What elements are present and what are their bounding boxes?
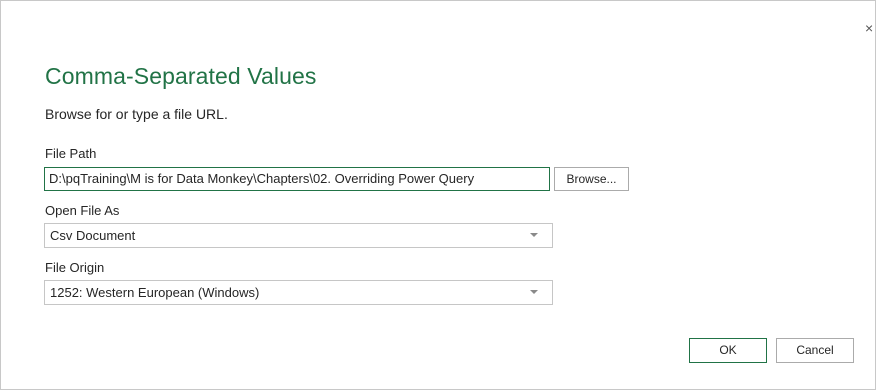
open-file-as-label: Open File As xyxy=(45,203,120,218)
open-file-as-value: Csv Document xyxy=(50,228,136,243)
browse-button[interactable]: Browse... xyxy=(554,167,629,191)
close-icon[interactable]: × xyxy=(865,21,873,35)
file-origin-select[interactable]: 1252: Western European (Windows) xyxy=(44,280,553,305)
file-origin-value: 1252: Western European (Windows) xyxy=(50,285,260,300)
csv-dialog: × Comma-Separated Values Browse for or t… xyxy=(0,0,876,390)
file-path-input[interactable]: D:\pqTraining\M is for Data Monkey\Chapt… xyxy=(44,167,550,191)
open-file-as-select[interactable]: Csv Document xyxy=(44,223,553,248)
dialog-subtitle: Browse for or type a file URL. xyxy=(45,106,228,122)
ok-button[interactable]: OK xyxy=(689,338,767,363)
cancel-button[interactable]: Cancel xyxy=(776,338,854,363)
file-path-label: File Path xyxy=(45,146,97,161)
chevron-down-icon xyxy=(530,290,538,294)
chevron-down-icon xyxy=(530,233,538,237)
dialog-title: Comma-Separated Values xyxy=(45,63,317,89)
file-origin-label: File Origin xyxy=(45,260,105,275)
